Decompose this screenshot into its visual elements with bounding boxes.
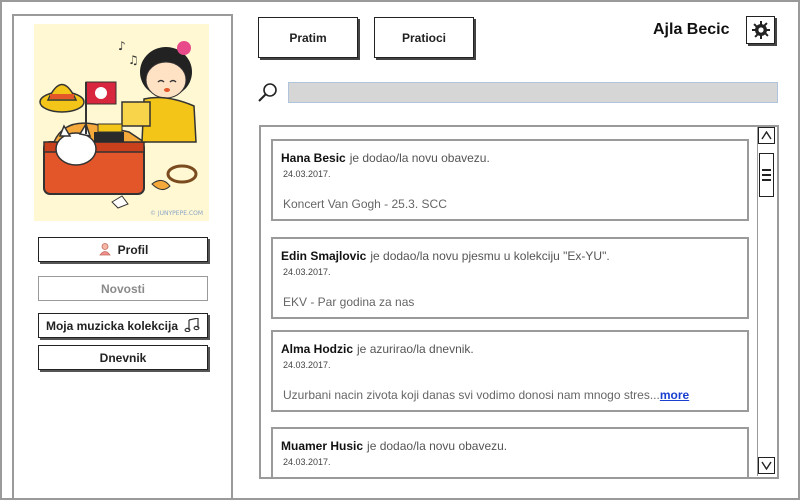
post-date: 24.03.2017.: [283, 360, 331, 370]
tab-pratim[interactable]: Pratim: [258, 17, 358, 58]
post-action: je dodao/la novu pjesmu u kolekciju "Ex-…: [370, 249, 610, 263]
sidebar-item-profil[interactable]: Profil: [38, 237, 208, 262]
chevron-up-icon: [761, 131, 772, 140]
post-action: je azurirao/la dnevnik.: [357, 342, 474, 356]
post-content: Uzurbani nacin zivota koji danas svi vod…: [283, 388, 660, 402]
sidebar-item-label: Novosti: [100, 281, 145, 296]
sidebar-item-label: Moja muzicka kolekcija: [45, 318, 179, 333]
scroll-thumb[interactable]: [759, 153, 774, 197]
svg-text:♫: ♫: [128, 53, 139, 67]
feed-post[interactable]: Alma Hodzic je azurirao/la dnevnik. 24.03…: [271, 330, 749, 412]
avatar-illustration: ♪ ♫: [34, 24, 209, 221]
post-author[interactable]: Muamer Husic: [281, 439, 363, 453]
search-icon: [258, 83, 277, 102]
tab-pratioci[interactable]: Pratioci: [374, 17, 474, 58]
feed-post[interactable]: Hana Besic je dodao/la novu obavezu. 24.0…: [271, 139, 749, 221]
svg-text:♪: ♪: [118, 39, 126, 53]
person-icon: [98, 242, 112, 258]
news-feed: Hana Besic je dodao/la novu obavezu. 24.0…: [259, 125, 779, 479]
sidebar-item-label: Dnevnik: [99, 350, 147, 365]
avatar: ♪ ♫ © JUNYPEPE.COM: [34, 24, 209, 221]
chevron-down-icon: [761, 461, 772, 470]
feed-post[interactable]: Muamer Husic je dodao/la novu obavezu. 24…: [271, 427, 749, 477]
gear-icon: [751, 21, 770, 39]
user-name: Ajla Becic: [653, 21, 730, 38]
more-link[interactable]: more: [660, 388, 689, 402]
settings-button[interactable]: [746, 16, 775, 44]
post-author[interactable]: Alma Hodzic: [281, 342, 353, 356]
post-date: 24.03.2017.: [283, 267, 331, 277]
scroll-up-button[interactable]: [758, 127, 775, 144]
post-author[interactable]: Hana Besic: [281, 151, 346, 165]
sidebar-item-novosti[interactable]: Novosti: [38, 276, 208, 301]
post-action: je dodao/la novu obavezu.: [349, 151, 490, 165]
post-action: je dodao/la novu obavezu.: [367, 439, 508, 453]
post-content: Koncert Van Gogh - 25.3. SCC: [283, 197, 447, 211]
sidebar: ♪ ♫ © JUNYPEPE.COM Profil Novosti Moja m…: [12, 14, 233, 498]
sidebar-item-dnevnik[interactable]: Dnevnik: [38, 345, 208, 370]
avatar-credit: © JUNYPEPE.COM: [149, 210, 203, 217]
scroll-down-button[interactable]: [758, 457, 775, 474]
tab-label: Pratim: [289, 30, 327, 45]
sidebar-item-muzicka-kolekcija[interactable]: Moja muzicka kolekcija: [38, 313, 208, 338]
feed-scrollbar[interactable]: [757, 127, 775, 476]
post-content: EKV - Par godina za nas: [283, 295, 415, 309]
post-date: 24.03.2017.: [283, 457, 331, 467]
music-note-icon: [184, 316, 200, 334]
post-author[interactable]: Edin Smajlovic: [281, 249, 366, 263]
search-input[interactable]: [288, 82, 778, 103]
tab-label: Pratioci: [401, 30, 446, 45]
feed-post[interactable]: Edin Smajlovic je dodao/la novu pjesmu u …: [271, 237, 749, 319]
sidebar-item-label: Profil: [117, 242, 149, 257]
post-date: 24.03.2017.: [283, 169, 331, 179]
